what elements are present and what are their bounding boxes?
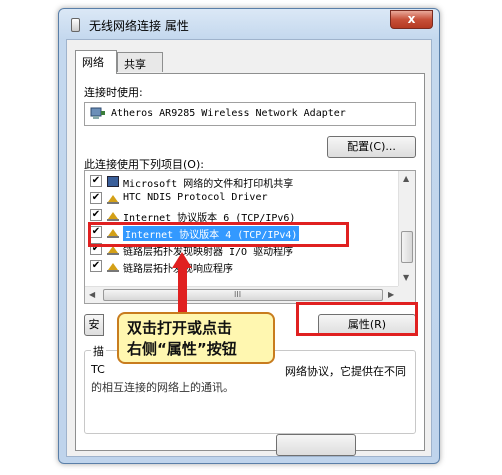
scroll-right-icon[interactable]: ▶ bbox=[388, 290, 394, 299]
scroll-down-icon[interactable]: ▼ bbox=[403, 273, 409, 282]
network-adapter-icon bbox=[71, 18, 80, 32]
description-text-line2: 的相互连接的网络上的通讯。 bbox=[91, 381, 234, 394]
tab-sharing[interactable]: 共享 bbox=[117, 52, 163, 72]
dialog-body: 网络 共享 连接时使用: Atheros AR9285 Wireless Net… bbox=[66, 39, 432, 457]
properties-highlight-box bbox=[296, 302, 418, 336]
close-button[interactable]: x bbox=[390, 10, 433, 29]
scroll-up-icon[interactable]: ▲ bbox=[403, 174, 409, 183]
adapter-name: Atheros AR9285 Wireless Network Adapter bbox=[111, 108, 346, 119]
network-tab-panel: 连接时使用: Atheros AR9285 Wireless Network A… bbox=[75, 73, 425, 451]
horizontal-scroll-thumb[interactable]: III bbox=[103, 289, 383, 301]
title-bar[interactable]: 无线网络连接 属性 x bbox=[59, 9, 439, 39]
protocol-icon bbox=[107, 195, 119, 204]
description-text-line1: 网络协议，它提供在不同 bbox=[285, 365, 406, 378]
window-title: 无线网络连接 属性 bbox=[89, 19, 189, 33]
vertical-scroll-thumb[interactable] bbox=[401, 231, 413, 263]
ok-button[interactable] bbox=[276, 434, 356, 456]
item-checkbox[interactable]: ✔ bbox=[90, 260, 102, 272]
list-item[interactable]: ✔ Microsoft 网络的文件和打印机共享 bbox=[85, 173, 393, 190]
callout-line2: 右侧“属性”按钮 bbox=[127, 340, 237, 358]
scroll-left-icon[interactable]: ◀ bbox=[89, 290, 95, 299]
ipv4-highlight-box bbox=[88, 222, 349, 247]
list-item[interactable]: ✔ HTC NDIS Protocol Driver bbox=[85, 190, 393, 207]
item-label: HTC NDIS Protocol Driver bbox=[123, 192, 268, 203]
item-checkbox[interactable]: ✔ bbox=[90, 175, 102, 187]
callout-line1: 双击打开或点击 bbox=[127, 319, 233, 337]
adapter-field: Atheros AR9285 Wireless Network Adapter bbox=[84, 102, 416, 126]
description-text-start: TC bbox=[91, 363, 105, 376]
connect-using-label: 连接时使用: bbox=[84, 86, 143, 99]
network-card-icon bbox=[90, 107, 105, 119]
item-label: Microsoft 网络的文件和打印机共享 bbox=[123, 179, 294, 190]
annotation-arrow-shaft bbox=[178, 266, 187, 314]
list-item[interactable]: ✔ 链路层拓扑发现响应程序 bbox=[85, 258, 393, 275]
network-share-icon bbox=[107, 176, 119, 187]
protocol-icon bbox=[107, 263, 119, 272]
scroll-corner bbox=[398, 286, 415, 303]
instruction-callout: 双击打开或点击 右侧“属性”按钮 bbox=[117, 312, 275, 364]
scroll-grip-icon: III bbox=[234, 290, 242, 299]
item-checkbox[interactable]: ✔ bbox=[90, 192, 102, 204]
install-button[interactable]: 安 bbox=[84, 314, 104, 336]
protocol-icon bbox=[107, 212, 119, 221]
horizontal-scrollbar[interactable]: ◀ III ▶ bbox=[85, 286, 400, 303]
item-checkbox[interactable]: ✔ bbox=[90, 209, 102, 221]
configure-button[interactable]: 配置(C)... bbox=[327, 136, 416, 158]
tab-network[interactable]: 网络 bbox=[75, 50, 117, 74]
vertical-scrollbar[interactable]: ▲ ▼ bbox=[398, 171, 415, 287]
description-label: 描 bbox=[91, 343, 106, 359]
